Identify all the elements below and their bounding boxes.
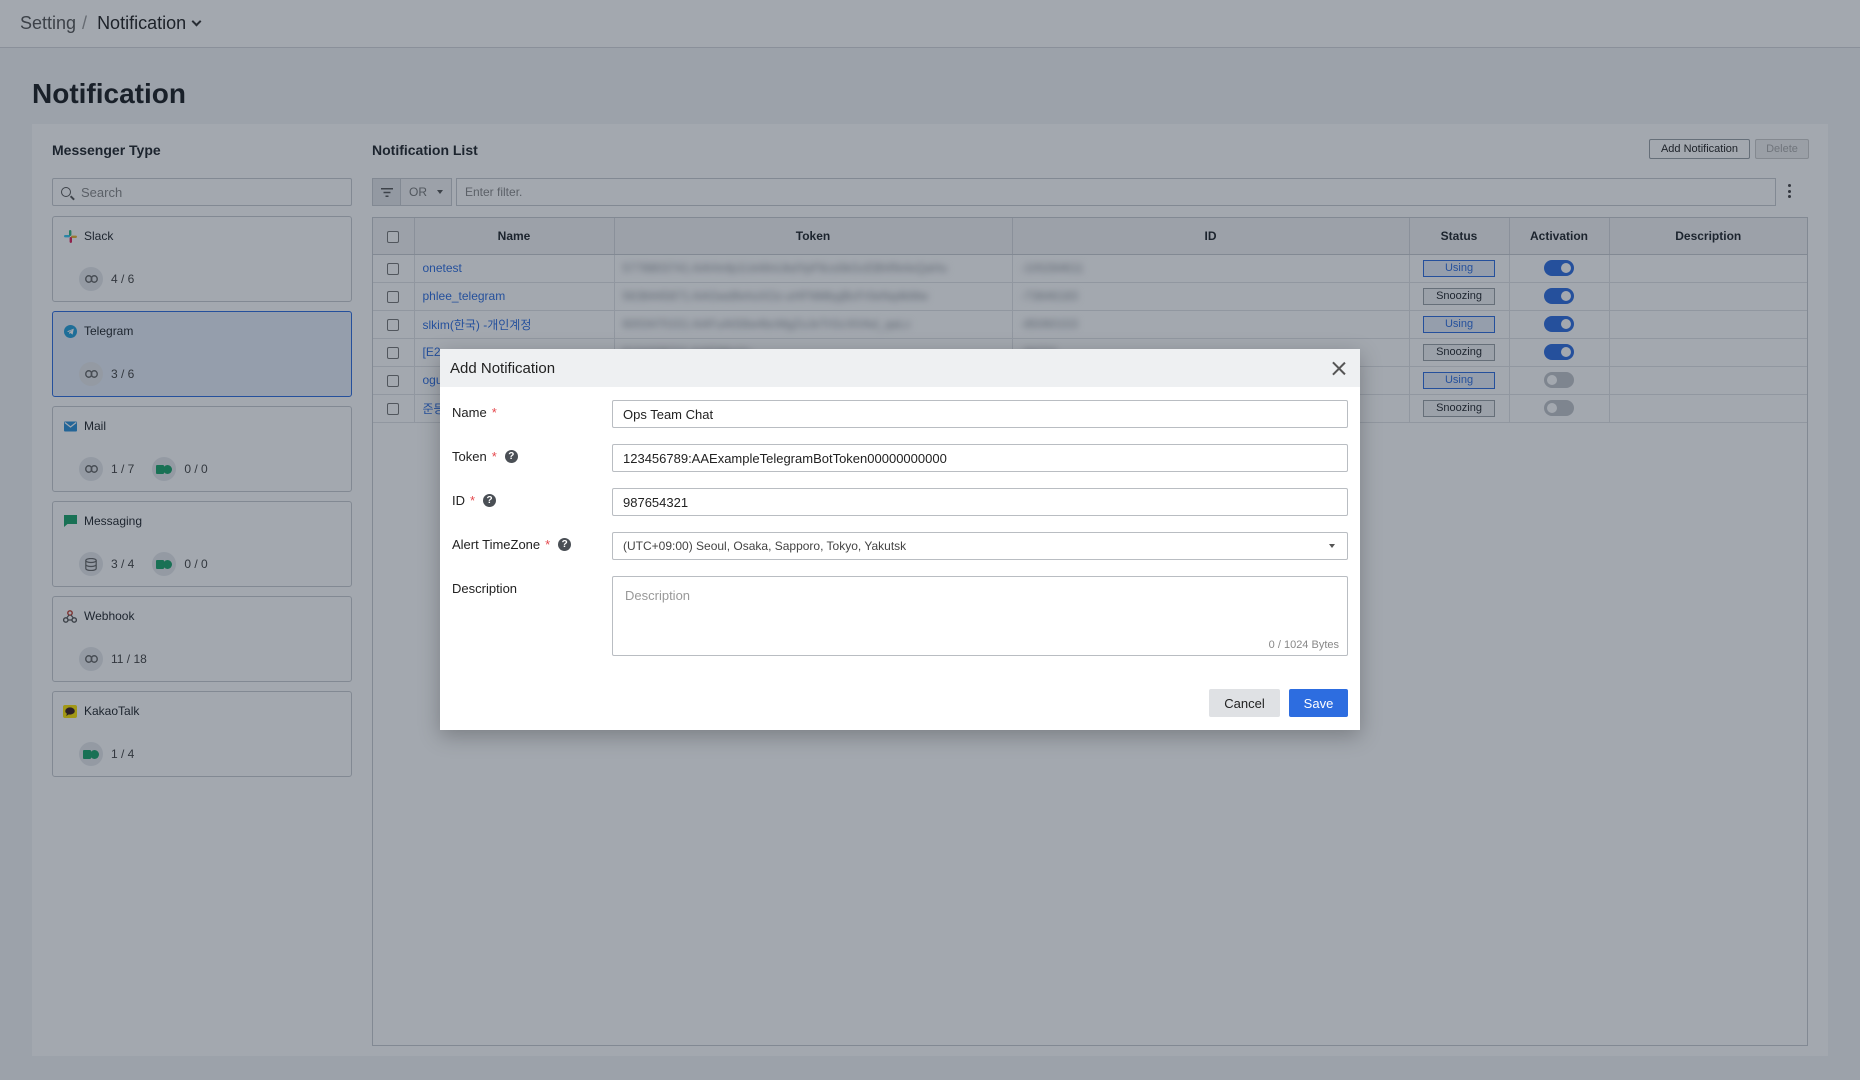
timezone-value: (UTC+09:00) Seoul, Osaka, Sapporo, Tokyo… xyxy=(623,539,907,553)
cancel-button[interactable]: Cancel xyxy=(1209,689,1280,717)
id-label: ID xyxy=(452,493,465,508)
timezone-select[interactable]: (UTC+09:00) Seoul, Osaka, Sapporo, Tokyo… xyxy=(612,532,1348,560)
caret-down-icon xyxy=(1329,544,1335,548)
required-marker: * xyxy=(470,493,476,508)
byte-counter: 0 / 1024 Bytes xyxy=(1268,639,1339,651)
help-icon[interactable]: ? xyxy=(504,450,518,463)
save-button[interactable]: Save xyxy=(1289,689,1348,717)
help-icon[interactable]: ? xyxy=(483,494,497,507)
name-field-label: Name * xyxy=(452,405,497,420)
help-icon[interactable]: ? xyxy=(558,538,572,551)
required-marker: * xyxy=(491,449,497,464)
add-notification-dialog: Add Notification Name * Ops Team Chat Tok… xyxy=(440,349,1360,730)
timezone-field-label: Alert TimeZone *? xyxy=(452,537,572,552)
description-field-label: Description xyxy=(452,581,517,596)
token-input[interactable]: 123456789:AAExampleTelegramBotToken00000… xyxy=(612,444,1348,472)
id-field-label: ID *? xyxy=(452,493,497,508)
dialog-title: Add Notification xyxy=(450,359,556,377)
token-label: Token xyxy=(452,449,487,464)
close-icon[interactable] xyxy=(1332,361,1346,375)
id-input[interactable]: 987654321 xyxy=(612,488,1348,516)
required-marker: * xyxy=(545,537,551,552)
timezone-label: Alert TimeZone xyxy=(452,537,541,552)
required-marker: * xyxy=(491,405,497,420)
name-input[interactable]: Ops Team Chat xyxy=(612,400,1348,428)
token-field-label: Token *? xyxy=(452,449,518,464)
description-placeholder: Description xyxy=(625,588,691,603)
description-textarea[interactable]: Description 0 / 1024 Bytes xyxy=(612,576,1348,656)
description-label: Description xyxy=(452,581,518,596)
name-label: Name xyxy=(452,405,487,420)
